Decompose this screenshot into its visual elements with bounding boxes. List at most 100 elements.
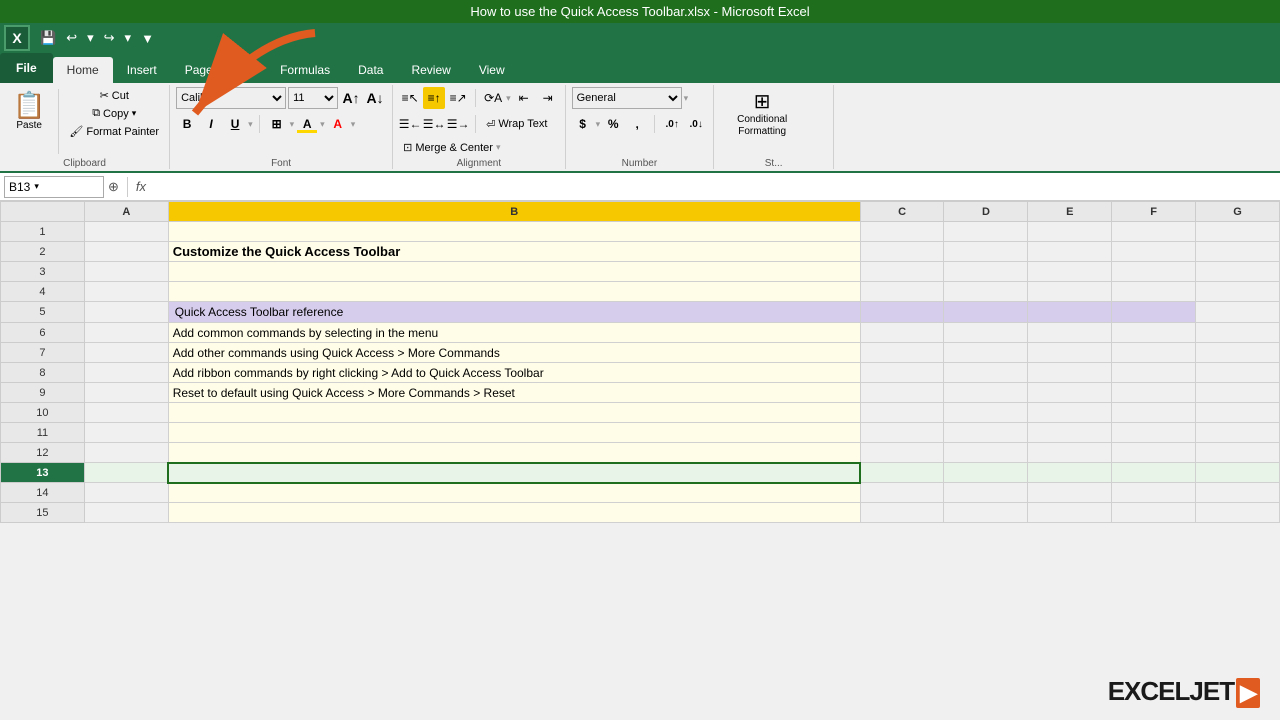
currency-button[interactable]: $	[572, 113, 594, 135]
cell-f11[interactable]	[1112, 423, 1196, 443]
align-top-left-button[interactable]: ≡↖	[399, 87, 421, 109]
cell-a7[interactable]	[84, 343, 168, 363]
cell-b4[interactable]	[168, 282, 860, 302]
customize-qat-button[interactable]: ▼	[137, 29, 158, 48]
cell-b14[interactable]	[168, 483, 860, 503]
border-button[interactable]: ⊞	[266, 113, 288, 135]
cell-f9[interactable]	[1112, 383, 1196, 403]
cell-b10[interactable]	[168, 403, 860, 423]
tab-page-layout[interactable]: Page Layout	[171, 57, 266, 83]
cell-f1[interactable]	[1112, 222, 1196, 242]
redo-button[interactable]: ↪	[100, 28, 119, 48]
align-top-right-button[interactable]: ≡↗	[447, 87, 469, 109]
tab-insert[interactable]: Insert	[113, 57, 171, 83]
cell-a6[interactable]	[84, 323, 168, 343]
number-format-select[interactable]: General	[572, 87, 682, 109]
cell-e6[interactable]	[1028, 323, 1112, 343]
align-mid-button[interactable]: ☰↔	[423, 113, 445, 135]
cell-e11[interactable]	[1028, 423, 1112, 443]
cell-g10[interactable]	[1196, 403, 1280, 423]
cell-f5[interactable]	[1112, 302, 1196, 323]
tab-view[interactable]: View	[465, 57, 519, 83]
cell-g6[interactable]	[1196, 323, 1280, 343]
cell-d14[interactable]	[944, 483, 1028, 503]
cell-d11[interactable]	[944, 423, 1028, 443]
save-button[interactable]: 💾	[36, 28, 60, 48]
cut-button[interactable]: ✂ Cut	[96, 87, 133, 104]
cell-c13[interactable]	[860, 463, 944, 483]
increase-font-button[interactable]: A↑	[340, 87, 362, 109]
paste-button[interactable]: 📋 Paste	[6, 87, 52, 136]
tab-formulas[interactable]: Formulas	[266, 57, 344, 83]
cell-d8[interactable]	[944, 363, 1028, 383]
name-box[interactable]: B13 ▾	[4, 176, 104, 198]
cell-a14[interactable]	[84, 483, 168, 503]
cell-e9[interactable]	[1028, 383, 1112, 403]
cell-e2[interactable]	[1028, 242, 1112, 262]
cell-g3[interactable]	[1196, 262, 1280, 282]
tab-review[interactable]: Review	[397, 57, 464, 83]
cell-d13[interactable]	[944, 463, 1028, 483]
tab-data[interactable]: Data	[344, 57, 397, 83]
cell-d12[interactable]	[944, 443, 1028, 463]
cell-c4[interactable]	[860, 282, 944, 302]
cell-g5[interactable]	[1196, 302, 1280, 323]
cell-b7[interactable]: Add other commands using Quick Access > …	[168, 343, 860, 363]
cell-a15[interactable]	[84, 503, 168, 523]
cell-d7[interactable]	[944, 343, 1028, 363]
fx-expand-button[interactable]: ⊕	[108, 179, 119, 195]
cell-g7[interactable]	[1196, 343, 1280, 363]
col-header-g[interactable]: G	[1196, 202, 1280, 222]
col-header-b[interactable]: B	[168, 202, 860, 222]
font-family-select[interactable]: Calibri	[176, 87, 286, 109]
cell-a1[interactable]	[84, 222, 168, 242]
wrap-text-button[interactable]: ⏎ Wrap Text	[482, 116, 551, 133]
cell-c12[interactable]	[860, 443, 944, 463]
cell-f14[interactable]	[1112, 483, 1196, 503]
cell-f10[interactable]	[1112, 403, 1196, 423]
cell-g11[interactable]	[1196, 423, 1280, 443]
undo-button[interactable]: ↩	[62, 28, 81, 48]
cell-e3[interactable]	[1028, 262, 1112, 282]
cell-c9[interactable]	[860, 383, 944, 403]
cell-a8[interactable]	[84, 363, 168, 383]
cell-e13[interactable]	[1028, 463, 1112, 483]
cell-c15[interactable]	[860, 503, 944, 523]
cell-e14[interactable]	[1028, 483, 1112, 503]
redo-dropdown[interactable]: ▾	[121, 28, 136, 48]
cell-a5[interactable]	[84, 302, 168, 323]
cell-a2[interactable]	[84, 242, 168, 262]
bold-button[interactable]: B	[176, 113, 198, 135]
cell-e4[interactable]	[1028, 282, 1112, 302]
cell-a12[interactable]	[84, 443, 168, 463]
cell-a13[interactable]	[84, 463, 168, 483]
cell-b5[interactable]: Quick Access Toolbar reference	[168, 302, 860, 323]
percent-button[interactable]: %	[602, 113, 624, 135]
cell-g4[interactable]	[1196, 282, 1280, 302]
cell-d9[interactable]	[944, 383, 1028, 403]
cell-e12[interactable]	[1028, 443, 1112, 463]
cell-d1[interactable]	[944, 222, 1028, 242]
cell-b11[interactable]	[168, 423, 860, 443]
cell-c3[interactable]	[860, 262, 944, 282]
font-color-button[interactable]: A	[327, 113, 349, 135]
col-header-e[interactable]: E	[1028, 202, 1112, 222]
indent-decrease-button[interactable]: ⇤	[513, 87, 535, 109]
cell-c5[interactable]	[860, 302, 944, 323]
cell-a4[interactable]	[84, 282, 168, 302]
cell-f15[interactable]	[1112, 503, 1196, 523]
cell-c8[interactable]	[860, 363, 944, 383]
orient-button[interactable]: ⟳A	[482, 87, 504, 109]
conditional-formatting-button[interactable]: ⊞ Conditional Formatting	[720, 87, 804, 143]
cell-g13[interactable]	[1196, 463, 1280, 483]
align-right-button[interactable]: ☰→	[447, 113, 469, 135]
cell-b13[interactable]	[168, 463, 860, 483]
font-size-select[interactable]: 11	[288, 87, 338, 109]
increase-decimal-button[interactable]: .0↑	[661, 113, 683, 135]
col-header-f[interactable]: F	[1112, 202, 1196, 222]
cell-g1[interactable]	[1196, 222, 1280, 242]
cell-d6[interactable]	[944, 323, 1028, 343]
italic-button[interactable]: I	[200, 113, 222, 135]
cell-a3[interactable]	[84, 262, 168, 282]
format-painter-button[interactable]: 🖌 Format Painter	[65, 123, 163, 140]
